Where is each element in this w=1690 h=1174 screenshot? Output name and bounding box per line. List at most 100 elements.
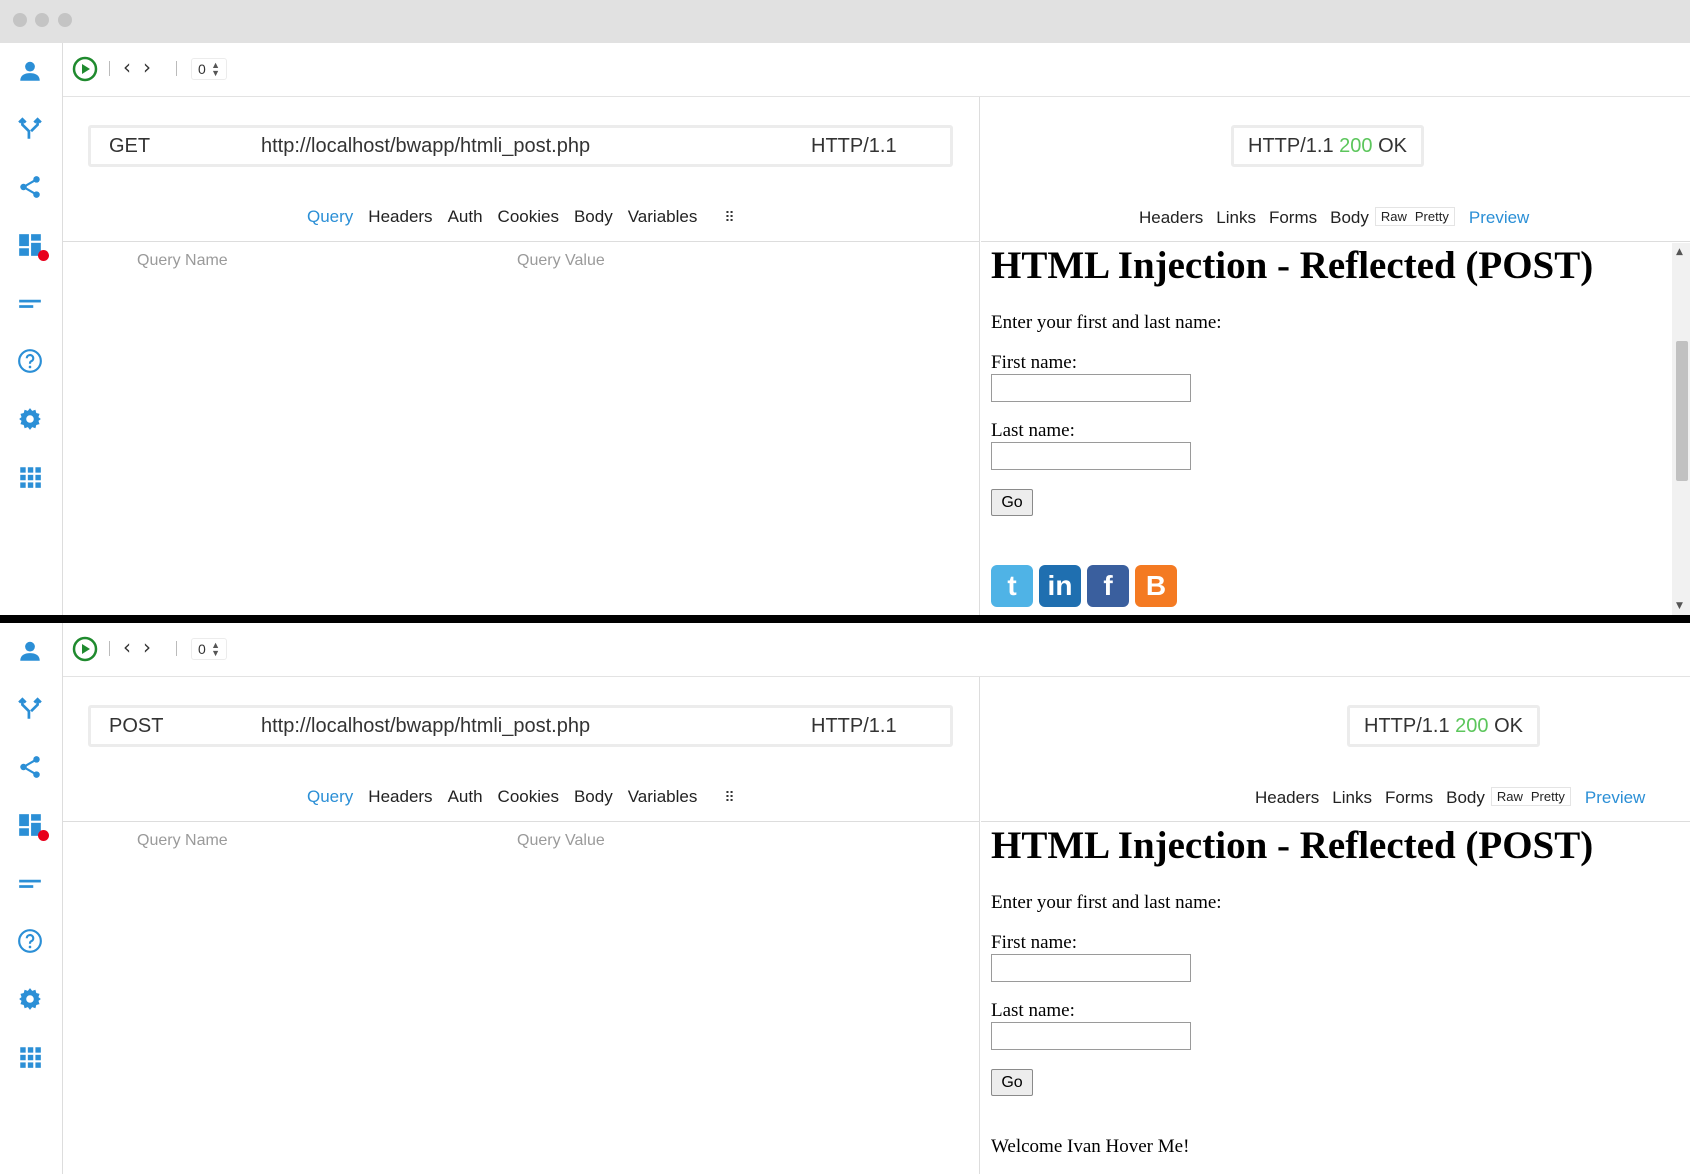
body-view-toggle: Raw Pretty [1490, 787, 1571, 806]
tab-resp-headers[interactable]: Headers [1139, 208, 1203, 227]
play-icon[interactable] [72, 56, 98, 82]
body-view-toggle: Raw Pretty [1374, 207, 1455, 226]
close-window-dot[interactable] [13, 13, 27, 27]
scroll-down-icon[interactable]: ▼ [1676, 601, 1683, 611]
scroll-thumb[interactable] [1676, 341, 1688, 481]
spinner-icon[interactable]: ▲ ▼ [211, 61, 220, 78]
tab-body[interactable]: Body [574, 207, 613, 226]
status-code: 200 [1339, 135, 1373, 157]
user-icon[interactable] [16, 57, 44, 85]
tab-variables[interactable]: Variables [628, 207, 698, 226]
help-icon[interactable] [16, 927, 44, 955]
request-method[interactable]: GET [109, 128, 150, 164]
last-name-label: Last name: [991, 1000, 1075, 1021]
spinner-icon[interactable]: ▲ ▼ [211, 641, 220, 658]
request-url[interactable]: http://localhost/bwapp/htmli_post.php [261, 708, 590, 744]
request-protocol[interactable]: HTTP/1.1 [811, 128, 897, 164]
grid-menu-icon[interactable]: ⠿ [724, 209, 734, 226]
tab-headers[interactable]: Headers [368, 207, 432, 226]
user-icon[interactable] [16, 637, 44, 665]
last-name-input[interactable] [991, 1022, 1191, 1050]
request-panel: GET http://localhost/bwapp/htmli_post.ph… [63, 97, 980, 615]
blogger-icon[interactable]: B [1135, 565, 1177, 607]
request-method[interactable]: POST [109, 708, 163, 744]
tab-auth[interactable]: Auth [448, 207, 483, 226]
maximize-window-dot[interactable] [58, 13, 72, 27]
request-line[interactable]: GET http://localhost/bwapp/htmli_post.ph… [88, 125, 953, 167]
tab-pretty[interactable]: Pretty [1531, 789, 1565, 804]
tab-preview[interactable]: Preview [1469, 208, 1529, 227]
request-protocol[interactable]: HTTP/1.1 [811, 708, 897, 744]
tab-forms[interactable]: Forms [1385, 788, 1433, 807]
lines-icon[interactable] [16, 289, 44, 317]
apps-icon[interactable] [16, 1043, 44, 1071]
pane-divider[interactable] [0, 615, 1690, 623]
fork-icon[interactable] [16, 695, 44, 723]
history-counter[interactable]: 0 ▲ ▼ [191, 638, 227, 660]
tab-links[interactable]: Links [1216, 208, 1256, 227]
divider [981, 241, 1690, 242]
response-tabs: Headers Links Forms Body Raw Pretty Preview [1255, 787, 1645, 808]
dashboard-icon[interactable] [16, 231, 49, 261]
toolbar: ‹ › 0 ▲ ▼ [63, 43, 1690, 97]
apps-icon[interactable] [16, 463, 44, 491]
tab-variables[interactable]: Variables [628, 787, 698, 806]
history-counter[interactable]: 0 ▲ ▼ [191, 58, 227, 80]
preview-intro: Enter your first and last name: [991, 312, 1222, 333]
divider [63, 821, 979, 822]
linkedin-icon[interactable]: in [1039, 565, 1081, 607]
query-name-header: Query Name [137, 832, 228, 849]
request-tabs: Query Headers Auth Cookies Body Variables ⠿ [307, 787, 750, 807]
first-name-input[interactable] [991, 374, 1191, 402]
last-name-input[interactable] [991, 442, 1191, 470]
minimize-window-dot[interactable] [35, 13, 49, 27]
preview-heading: HTML Injection - Reflected (POST) [991, 824, 1594, 867]
response-tabs: Headers Links Forms Body Raw Pretty Preview [1139, 207, 1529, 228]
forward-arrow-icon[interactable]: › [143, 57, 151, 77]
share-icon[interactable] [16, 173, 44, 201]
divider [63, 241, 979, 242]
request-line[interactable]: POST http://localhost/bwapp/htmli_post.p… [88, 705, 953, 747]
tab-cookies[interactable]: Cookies [498, 207, 559, 226]
tab-query[interactable]: Query [307, 787, 353, 806]
response-panel: HTTP/1.1 200 OK Headers Links Forms Body Raw… [981, 677, 1690, 1174]
forward-arrow-icon[interactable]: › [143, 637, 151, 657]
settings-icon[interactable] [16, 405, 44, 433]
tab-resp-body[interactable]: Body [1330, 208, 1369, 227]
tab-query[interactable]: Query [307, 207, 353, 226]
first-name-input[interactable] [991, 954, 1191, 982]
go-button[interactable]: Go [991, 489, 1033, 516]
lines-icon[interactable] [16, 869, 44, 897]
back-arrow-icon[interactable]: ‹ [123, 637, 131, 657]
tab-resp-headers[interactable]: Headers [1255, 788, 1319, 807]
response-status: HTTP/1.1 200 OK [1231, 125, 1424, 167]
tab-preview[interactable]: Preview [1585, 788, 1645, 807]
help-icon[interactable] [16, 347, 44, 375]
back-arrow-icon[interactable]: ‹ [123, 57, 131, 77]
query-value-header: Query Value [517, 252, 605, 269]
fork-icon[interactable] [16, 115, 44, 143]
tab-resp-body[interactable]: Body [1446, 788, 1485, 807]
tab-raw[interactable]: Raw [1497, 789, 1523, 804]
tab-pretty[interactable]: Pretty [1415, 209, 1449, 224]
scroll-up-icon[interactable]: ▲ [1676, 247, 1683, 257]
tab-raw[interactable]: Raw [1381, 209, 1407, 224]
tab-links[interactable]: Links [1332, 788, 1372, 807]
preview-scrollbar[interactable]: ▲ ▼ [1672, 243, 1690, 615]
tab-cookies[interactable]: Cookies [498, 787, 559, 806]
tab-auth[interactable]: Auth [448, 787, 483, 806]
tab-forms[interactable]: Forms [1269, 208, 1317, 227]
twitter-icon[interactable]: t [991, 565, 1033, 607]
toolbar-separator [176, 61, 177, 76]
tab-headers[interactable]: Headers [368, 787, 432, 806]
share-icon[interactable] [16, 753, 44, 781]
tab-body[interactable]: Body [574, 787, 613, 806]
request-url[interactable]: http://localhost/bwapp/htmli_post.php [261, 128, 590, 164]
settings-icon[interactable] [16, 985, 44, 1013]
facebook-icon[interactable]: f [1087, 565, 1129, 607]
play-icon[interactable] [72, 636, 98, 662]
toolbar-separator [109, 61, 110, 76]
dashboard-icon[interactable] [16, 811, 49, 841]
go-button[interactable]: Go [991, 1069, 1033, 1096]
grid-menu-icon[interactable]: ⠿ [724, 789, 734, 806]
